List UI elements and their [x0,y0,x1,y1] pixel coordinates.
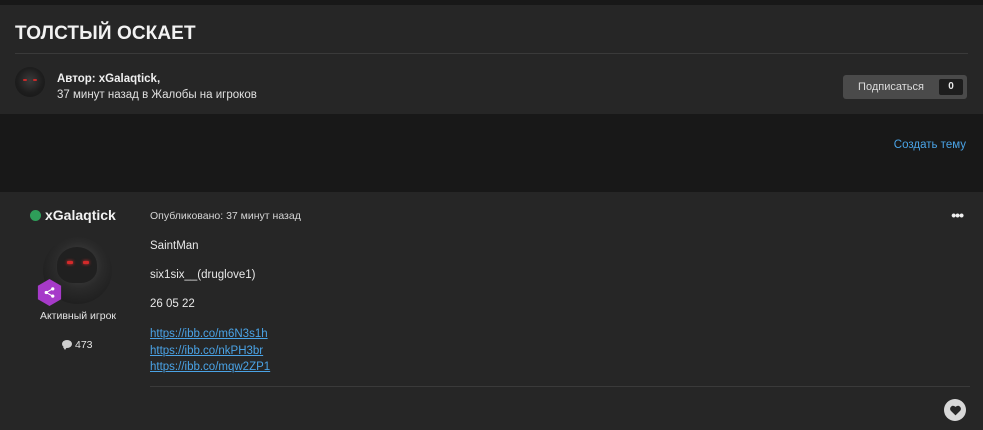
topic-header: ТОЛСТЫЙ ОСКАЕТ Автор: xGalaqtick, 37 мин… [0,5,983,114]
post-line: 26 05 22 [150,298,195,310]
topic-author[interactable]: Автор: xGalaqtick, [57,71,257,87]
image-link[interactable]: https://ibb.co/mqw2ZP1 [150,359,270,376]
post-author[interactable]: xGalaqtick [30,207,116,223]
follow-button-label: Подписаться [858,81,924,93]
post-content: SaintMan six1six__(druglove1) 26 05 22 h… [150,239,270,376]
post-count-value: 473 [75,339,93,351]
post-published: Опубликовано: 37 минут назад [150,210,301,222]
post: xGalaqtick Активный игрок 473 Опубликова… [0,192,983,430]
create-topic-link[interactable]: Создать тему [894,139,966,151]
heart-icon[interactable] [944,399,966,421]
page-title: ТОЛСТЫЙ ОСКАЕТ [15,23,196,44]
post-count: 473 [62,339,93,351]
comment-bubble-icon [62,340,72,350]
post-divider [150,386,970,387]
header-divider [15,53,968,54]
more-options-icon[interactable]: ••• [951,207,964,223]
image-link[interactable]: https://ibb.co/m6N3s1h [150,326,270,343]
follow-button[interactable]: Подписаться 0 [843,75,967,99]
post-line: SaintMan [150,240,199,252]
post-author-name[interactable]: xGalaqtick [45,207,116,223]
topic-byline: Автор: xGalaqtick, 37 минут назад в Жало… [57,71,257,103]
author-avatar[interactable] [15,67,45,97]
topic-meta: 37 минут назад в Жалобы на игроков [57,89,257,101]
online-status-dot [30,210,41,221]
rank-title: Активный игрок [39,310,117,322]
post-line: six1six__(druglove1) [150,269,256,281]
follower-count-badge: 0 [939,79,963,95]
post-links: https://ibb.co/m6N3s1h https://ibb.co/nk… [150,326,270,376]
image-link[interactable]: https://ibb.co/nkPH3br [150,343,270,360]
